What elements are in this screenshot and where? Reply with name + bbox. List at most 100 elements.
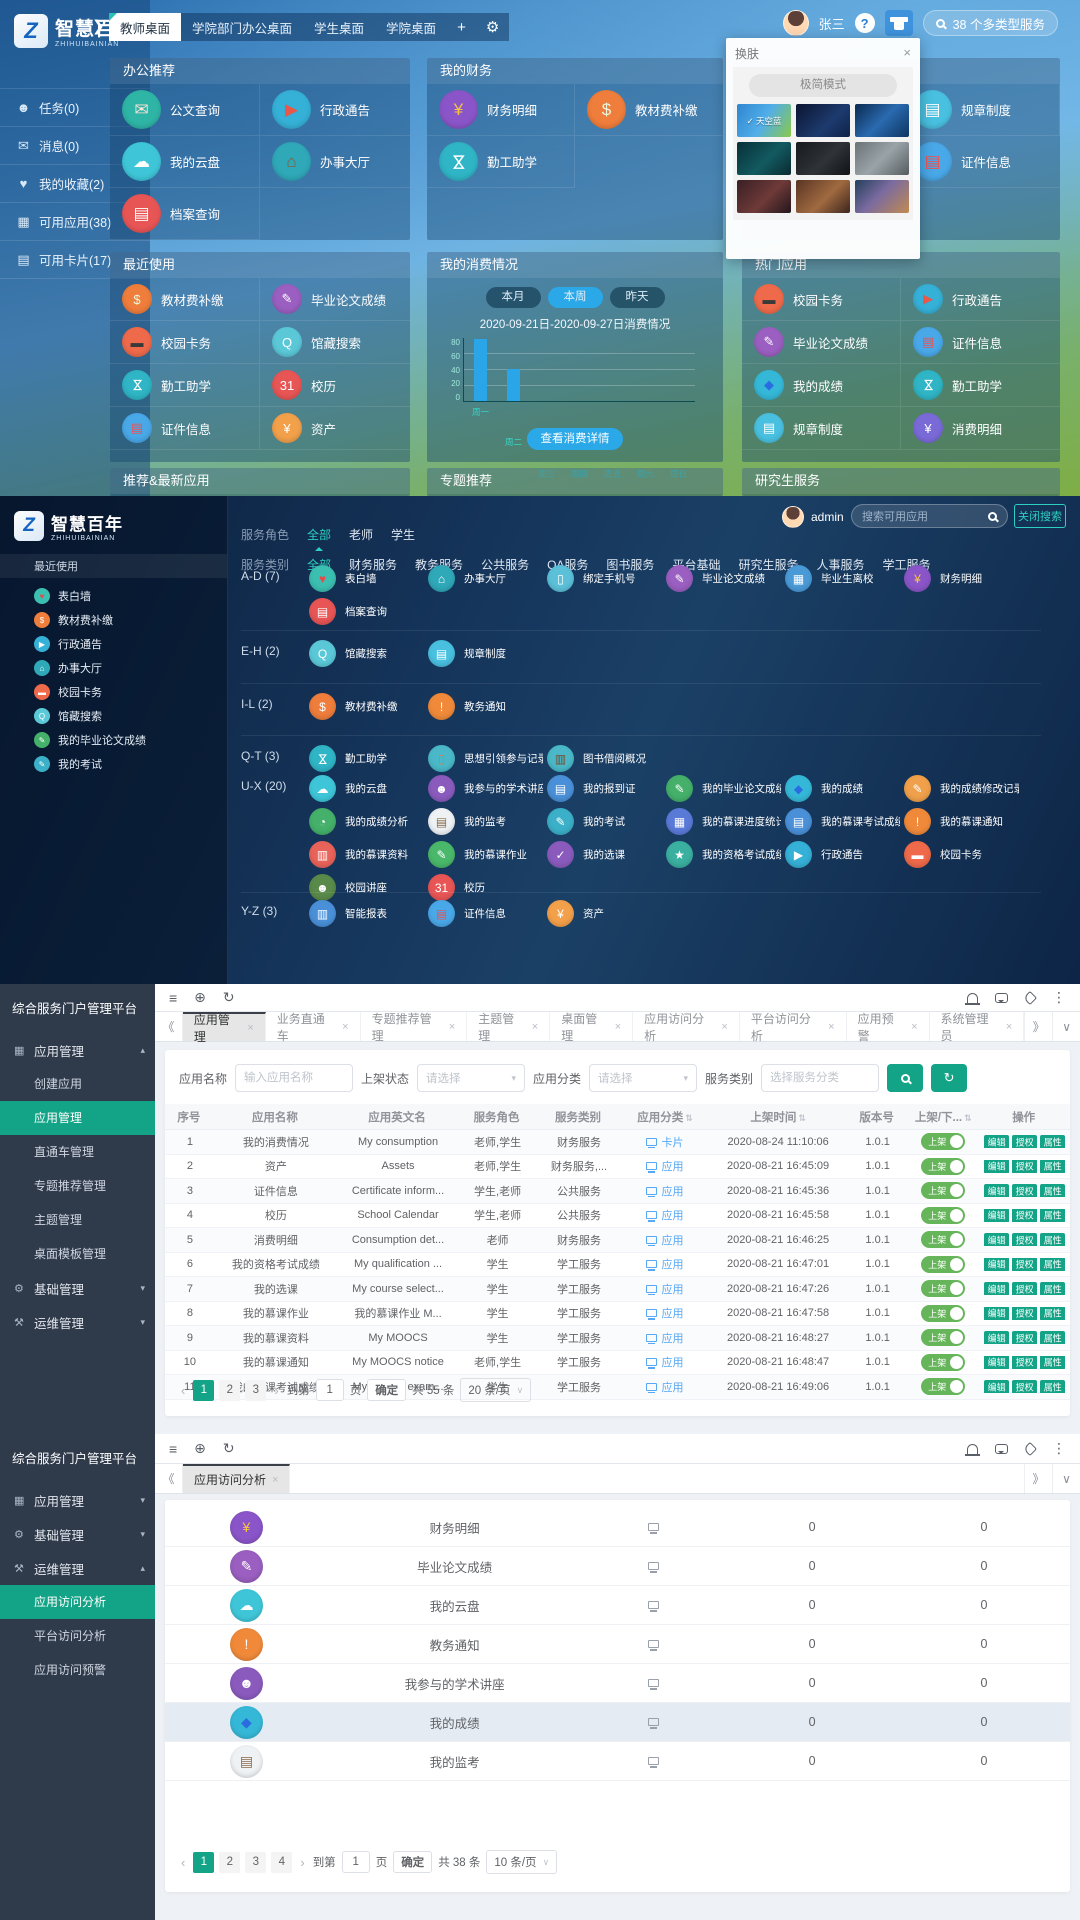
shelf-toggle[interactable]: 上架 xyxy=(921,1158,965,1175)
desktop-tab[interactable]: 学院桌面 xyxy=(375,13,447,41)
submenu-item[interactable]: 主题管理 xyxy=(0,1203,155,1237)
admin-tab[interactable]: 系统管理员× xyxy=(930,1012,1025,1041)
table-row[interactable]: 5 消费明细 Consumption det... 老师 财务服务 应用 202… xyxy=(165,1228,1070,1253)
app-item[interactable]: ★我的资格考试成绩 xyxy=(664,838,783,871)
services-search-input[interactable]: 搜索可用应用 xyxy=(851,504,1008,528)
app-item[interactable]: !我的慕课通知 xyxy=(902,805,1021,838)
refresh-icon[interactable]: ↻ xyxy=(223,989,235,1006)
submenu-item[interactable]: 平台访问分析 xyxy=(0,1619,155,1653)
tabs-scroll-left-icon[interactable]: 《 xyxy=(155,1012,183,1041)
app-item[interactable]: ⌂ 办事大厅 xyxy=(260,136,410,188)
access-table-row[interactable]: ◆ 我的成绩 0 0 xyxy=(165,1703,1070,1742)
app-item[interactable]: ▯绑定手机号 xyxy=(545,562,664,595)
admin-tab[interactable]: 主题管理× xyxy=(467,1012,550,1041)
access-table-row[interactable]: ! 教务通知 0 0 xyxy=(165,1625,1070,1664)
cell-type-link[interactable]: 应用 xyxy=(622,1232,708,1248)
app-item[interactable]: ¥ 资产 xyxy=(260,407,410,450)
page-number[interactable]: 3 xyxy=(245,1852,266,1873)
shelf-toggle[interactable]: 上架 xyxy=(921,1182,965,1199)
access-table-row[interactable]: ¥ 财务明细 0 0 xyxy=(165,1508,1070,1547)
edit-button[interactable]: 编辑 xyxy=(984,1380,1009,1393)
authorize-button[interactable]: 授权 xyxy=(1012,1160,1037,1173)
table-row[interactable]: 4 校历 School Calendar 学生,老师 公共服务 应用 2020-… xyxy=(165,1204,1070,1229)
help-icon[interactable]: ? xyxy=(855,13,875,33)
menu-ops-management[interactable]: ⚒ 运维管理 ▴ xyxy=(0,1551,155,1585)
app-item[interactable]: ✎我的毕业论文成绩 xyxy=(664,772,783,805)
recent-app-item[interactable]: Q 馆藏搜索 xyxy=(0,704,227,728)
access-table-row[interactable]: ☁ 我的云盘 0 0 xyxy=(165,1586,1070,1625)
authorize-button[interactable]: 授权 xyxy=(1012,1307,1037,1320)
page-number[interactable]: 2 xyxy=(219,1380,240,1401)
authorize-button[interactable]: 授权 xyxy=(1012,1380,1037,1393)
user-avatar[interactable] xyxy=(783,10,809,36)
admin-tab[interactable]: 应用访问分析× xyxy=(183,1464,290,1493)
attributes-button[interactable]: 属性 xyxy=(1040,1135,1065,1148)
app-item[interactable]: ✎ 毕业论文成绩 xyxy=(260,278,410,321)
admin-tab[interactable]: 应用访问分析× xyxy=(633,1012,740,1041)
edit-button[interactable]: 编辑 xyxy=(984,1160,1009,1173)
app-item[interactable]: ⋈ 勤工助学 xyxy=(110,364,260,407)
sort-icon[interactable]: ⇅ xyxy=(798,1113,806,1123)
recent-app-item[interactable]: ▬ 校园卡务 xyxy=(0,680,227,704)
tabs-scroll-left-icon[interactable]: 《 xyxy=(155,1464,183,1493)
app-name-input[interactable] xyxy=(235,1064,353,1092)
table-row[interactable]: 8 我的慕课作业 我的慕课作业 M... 学生 学工服务 应用 2020-08-… xyxy=(165,1302,1070,1327)
app-item[interactable]: ◔我的成绩分析 xyxy=(307,805,426,838)
app-item[interactable]: ▤ 证件信息 xyxy=(901,321,1060,364)
service-category-input[interactable] xyxy=(761,1064,879,1092)
tag-icon[interactable] xyxy=(1023,990,1037,1004)
cell-type-link[interactable]: 应用 xyxy=(622,1256,708,1272)
recent-app-item[interactable]: ✎ 我的考试 xyxy=(0,752,227,776)
skin-thumbnail[interactable] xyxy=(737,142,791,175)
app-item[interactable]: ▤我的监考 xyxy=(426,805,545,838)
edit-button[interactable]: 编辑 xyxy=(984,1331,1009,1344)
submenu-item[interactable]: 专题推荐管理 xyxy=(0,1169,155,1203)
role-option[interactable]: 学生 xyxy=(391,526,415,543)
portal-search[interactable]: 38 个多类型服务 xyxy=(923,10,1058,36)
authorize-button[interactable]: 授权 xyxy=(1012,1135,1037,1148)
app-item[interactable]: ▤我的慕课考试成绩 xyxy=(783,805,902,838)
cell-type-link[interactable]: 应用 xyxy=(622,1158,708,1174)
admin-tab[interactable]: 平台访问分析× xyxy=(740,1012,847,1041)
recent-app-item[interactable]: ✎ 我的毕业论文成绩 xyxy=(0,728,227,752)
kebab-menu-icon[interactable]: ⋮ xyxy=(1052,1440,1066,1457)
app-item[interactable]: ▤ 证件信息 xyxy=(901,136,1060,188)
app-item[interactable]: ▶ 行政通告 xyxy=(901,278,1060,321)
cell-type-link[interactable]: 应用 xyxy=(622,1379,708,1395)
notifications-bell-icon[interactable] xyxy=(967,993,978,1003)
table-row[interactable]: 6 我的资格考试成绩 My qualification ... 学生 学工服务 … xyxy=(165,1253,1070,1278)
minimal-mode-button[interactable]: 极简模式 xyxy=(749,74,897,97)
app-item[interactable]: ✉ 公文查询 xyxy=(110,84,260,136)
menu-app-management[interactable]: ▦ 应用管理 ▾ xyxy=(0,1483,155,1517)
app-item[interactable]: ▥我的慕课资料 xyxy=(307,838,426,871)
notifications-bell-icon[interactable] xyxy=(967,1444,978,1454)
app-item[interactable]: ▤ 规章制度 xyxy=(901,84,1060,136)
cell-type-link[interactable]: 应用 xyxy=(622,1354,708,1370)
menu-app-management[interactable]: ▦ 应用管理 ▴ xyxy=(0,1033,155,1067)
skin-thumbnail[interactable] xyxy=(855,142,909,175)
jump-page-input[interactable] xyxy=(342,1851,370,1873)
next-page-icon[interactable]: › xyxy=(272,1383,280,1398)
app-item[interactable]: !教务通知 xyxy=(426,690,545,723)
shelf-toggle[interactable]: 上架 xyxy=(921,1329,965,1346)
submenu-item[interactable]: 桌面模板管理 xyxy=(0,1237,155,1271)
refresh-button[interactable]: ↻ xyxy=(931,1064,967,1092)
cell-type-link[interactable]: 应用 xyxy=(622,1305,708,1321)
attributes-button[interactable]: 属性 xyxy=(1040,1307,1065,1320)
refresh-icon[interactable]: ↻ xyxy=(223,1440,235,1457)
admin-tab[interactable]: 专题推荐管理× xyxy=(361,1012,468,1041)
skin-shirt-icon[interactable] xyxy=(885,10,913,36)
edit-button[interactable]: 编辑 xyxy=(984,1307,1009,1320)
skin-thumbnail[interactable]: ✓ 天空蓝 xyxy=(737,104,791,137)
app-item[interactable]: ▤档案查询 xyxy=(307,595,426,628)
attributes-button[interactable]: 属性 xyxy=(1040,1282,1065,1295)
prev-page-icon[interactable]: ‹ xyxy=(179,1383,187,1398)
globe-icon[interactable]: ⊕ xyxy=(194,1440,206,1457)
cell-type-link[interactable]: 卡片 xyxy=(622,1134,708,1150)
app-item[interactable]: ✎我的成绩修改记录 xyxy=(902,772,1021,805)
attributes-button[interactable]: 属性 xyxy=(1040,1184,1065,1197)
page-number[interactable]: 4 xyxy=(271,1852,292,1873)
page-size-select[interactable]: 20 条/页∨ xyxy=(460,1378,531,1402)
shelf-toggle[interactable]: 上架 xyxy=(921,1280,965,1297)
attributes-button[interactable]: 属性 xyxy=(1040,1160,1065,1173)
